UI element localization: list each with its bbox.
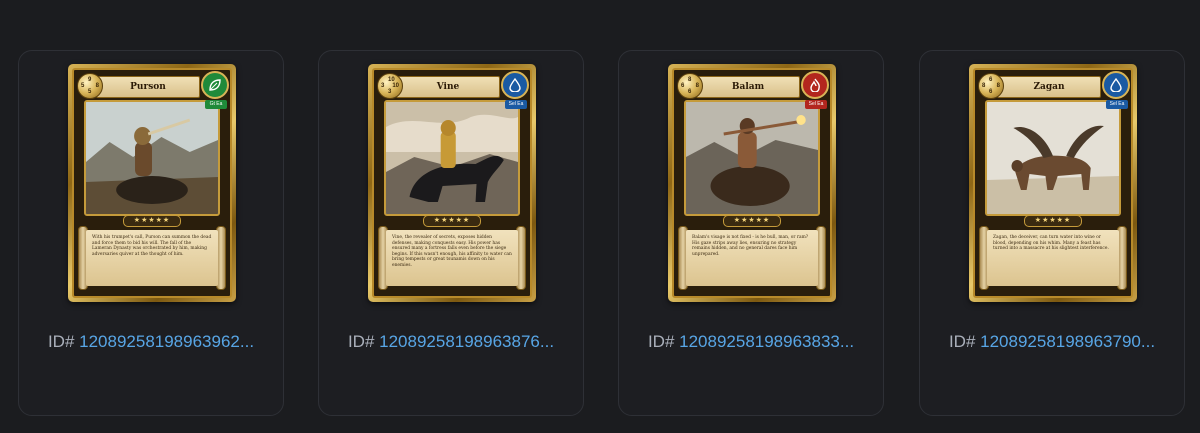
stat-bottom: 6 — [989, 89, 993, 95]
id-prefix: ID# — [647, 332, 675, 351]
water-drop-icon — [501, 71, 529, 99]
card-artwork — [84, 100, 220, 216]
stat-left: 3 — [381, 83, 385, 89]
card-artwork — [384, 100, 520, 216]
stat-right: 8 — [996, 83, 1000, 89]
stat-badge: 8 6 8 6 — [677, 73, 703, 99]
card-frame: 10 3 10 3 Vine Sel Ea ★★★★★ Vine, the re… — [372, 68, 532, 298]
stat-right: 8 — [95, 83, 99, 89]
card-frame: 8 6 8 6 Balam Sel Ea ★★★★★ Balam's visag… — [672, 68, 832, 298]
stat-left: 6 — [681, 83, 685, 89]
stat-left: 8 — [982, 83, 986, 89]
card-tile-balam[interactable]: 8 6 8 6 Balam Sel Ea ★★★★★ Balam's visag… — [618, 50, 884, 416]
rarity-stars: ★★★★★ — [1024, 215, 1082, 227]
card-image[interactable]: 6 8 8 6 Zagan Sel Ea ★★★★★ Zagan, the de… — [969, 64, 1137, 302]
card-image[interactable]: 8 6 8 6 Balam Sel Ea ★★★★★ Balam's visag… — [668, 64, 836, 302]
card-description: With his trumpet's call, Purson can summ… — [86, 230, 218, 286]
token-id: ID# 12089258198963833... — [619, 332, 883, 352]
card-title: Purson — [96, 76, 200, 98]
rarity-stars: ★★★★★ — [123, 215, 181, 227]
stat-right: 8 — [695, 83, 699, 89]
stat-badge: 10 3 10 3 — [377, 73, 403, 99]
card-title: Balam — [696, 76, 800, 98]
card-description: Vine, the revealer of secrets, exposes h… — [386, 230, 518, 286]
stat-badge: 6 8 8 6 — [978, 73, 1004, 99]
card-frame: 9 5 8 5 Purson Gt Ea ★★★★★ With his trum… — [72, 68, 232, 298]
stat-top: 8 — [688, 77, 692, 83]
stat-bottom: 6 — [688, 89, 692, 95]
nft-card-grid: 9 5 8 5 Purson Gt Ea ★★★★★ With his trum… — [0, 0, 1200, 433]
element-tag: Sel Ea — [505, 100, 527, 109]
element-tag: Sel Ea — [805, 100, 827, 109]
flame-icon — [801, 71, 829, 99]
element-tag: Sel Ea — [1106, 100, 1128, 109]
card-description: Balam's visage is not fixed - is he bull… — [686, 230, 818, 286]
id-link[interactable]: 12089258198963962... — [79, 332, 254, 351]
water-drop-icon — [1102, 71, 1130, 99]
stat-right: 10 — [392, 83, 399, 89]
card-frame: 6 8 8 6 Zagan Sel Ea ★★★★★ Zagan, the de… — [973, 68, 1133, 298]
card-tile-vine[interactable]: 10 3 10 3 Vine Sel Ea ★★★★★ Vine, the re… — [318, 50, 584, 416]
element-tag: Gt Ea — [205, 100, 227, 109]
leaf-icon — [201, 71, 229, 99]
card-title: Zagan — [997, 76, 1101, 98]
id-link[interactable]: 12089258198963876... — [379, 332, 554, 351]
card-image[interactable]: 9 5 8 5 Purson Gt Ea ★★★★★ With his trum… — [68, 64, 236, 302]
id-link[interactable]: 12089258198963833... — [679, 332, 854, 351]
rarity-stars: ★★★★★ — [423, 215, 481, 227]
stat-badge: 9 5 8 5 — [77, 73, 103, 99]
card-tile-zagan[interactable]: 6 8 8 6 Zagan Sel Ea ★★★★★ Zagan, the de… — [919, 50, 1185, 416]
card-title: Vine — [396, 76, 500, 98]
stat-bottom: 3 — [388, 89, 392, 95]
rarity-stars: ★★★★★ — [723, 215, 781, 227]
id-prefix: ID# — [47, 332, 75, 351]
card-artwork — [684, 100, 820, 216]
id-link[interactable]: 12089258198963790... — [980, 332, 1155, 351]
card-artwork — [985, 100, 1121, 216]
stat-top: 9 — [88, 77, 92, 83]
token-id: ID# 12089258198963962... — [19, 332, 283, 352]
token-id: ID# 12089258198963876... — [319, 332, 583, 352]
stat-left: 5 — [81, 83, 85, 89]
card-description: Zagan, the deceiver, can turn water into… — [987, 230, 1119, 286]
id-prefix: ID# — [347, 332, 375, 351]
id-prefix: ID# — [948, 332, 976, 351]
card-image[interactable]: 10 3 10 3 Vine Sel Ea ★★★★★ Vine, the re… — [368, 64, 536, 302]
token-id: ID# 12089258198963790... — [920, 332, 1184, 352]
card-tile-purson[interactable]: 9 5 8 5 Purson Gt Ea ★★★★★ With his trum… — [18, 50, 284, 416]
stat-bottom: 5 — [88, 89, 92, 95]
stat-top: 6 — [989, 77, 993, 83]
